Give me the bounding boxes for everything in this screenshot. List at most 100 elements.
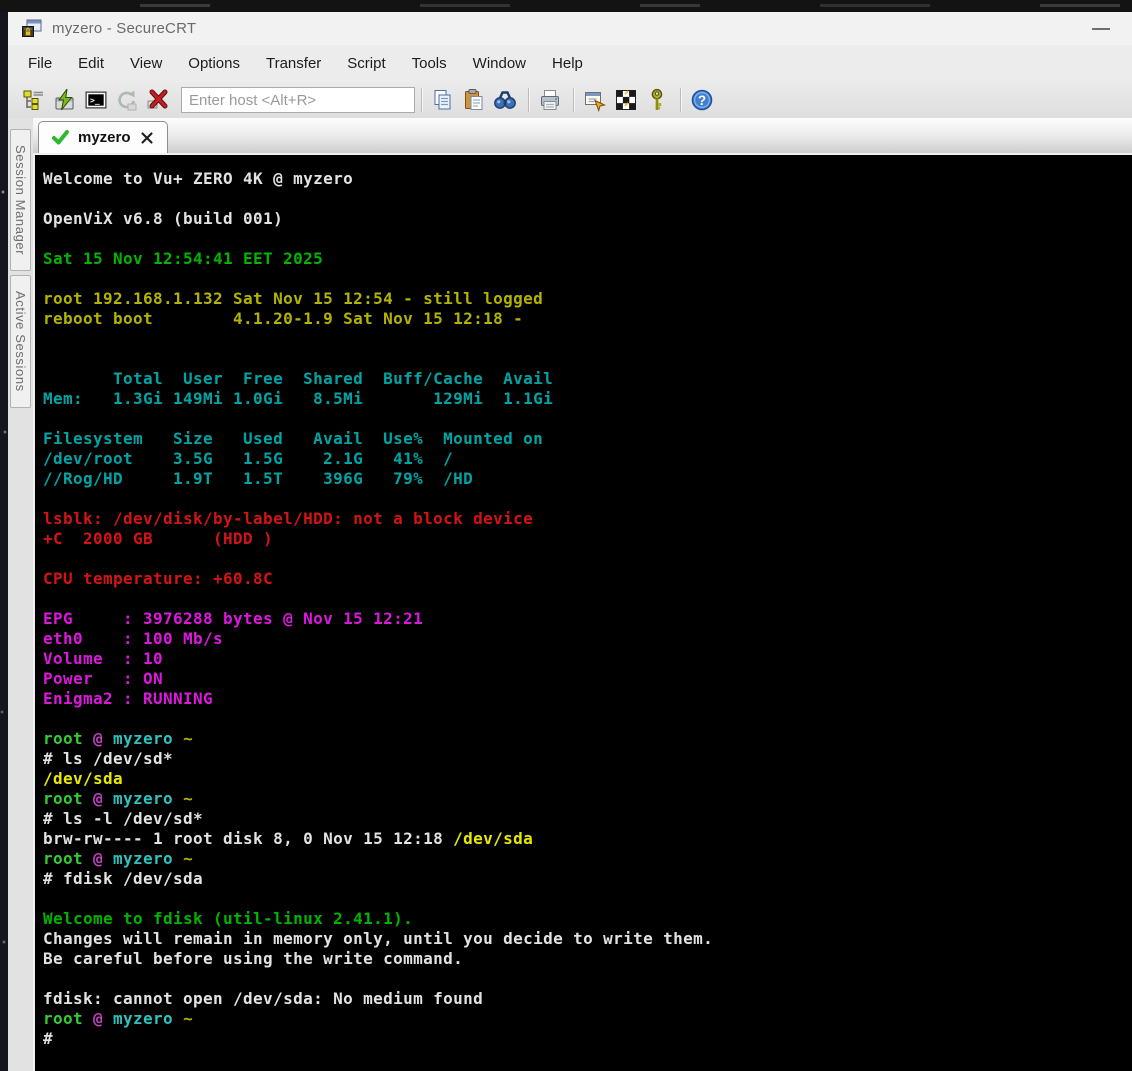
terminal-text-segment: @ xyxy=(93,849,114,868)
terminal-text-segment: Power : ON xyxy=(43,669,164,688)
sidebar-tab-active-sessions[interactable]: Active Sessions xyxy=(10,275,31,408)
terminal-text-segment: ~ xyxy=(183,849,194,868)
menu-script[interactable]: Script xyxy=(334,50,398,77)
tab-close-icon[interactable] xyxy=(140,131,154,145)
session-tabbar: myzero xyxy=(33,118,1132,155)
terminal-line: Volume : 10 xyxy=(43,649,1128,669)
quick-connect-icon[interactable] xyxy=(51,86,79,114)
terminal-text-segment: lsblk: /dev/disk/by-label/HDD: not a blo… xyxy=(43,509,534,528)
menu-tools[interactable]: Tools xyxy=(399,50,460,77)
content-area: Session Manager Active Sessions myzero W… xyxy=(8,118,1132,1071)
run-script-icon[interactable] xyxy=(612,86,640,114)
terminal-line: lsblk: /dev/disk/by-label/HDD: not a blo… xyxy=(43,509,1128,529)
terminal-text-segment: root xyxy=(43,1009,94,1028)
disconnect-icon[interactable] xyxy=(144,86,172,114)
terminal-text-segment: myzero xyxy=(113,789,184,808)
terminal-text-segment: //Rog/HD 1.9T 1.5T 396G 79% /HD xyxy=(43,469,474,488)
terminal-line: # ls /dev/sd* xyxy=(43,749,1128,769)
menu-window[interactable]: Window xyxy=(460,50,539,77)
terminal-line: brw-rw---- 1 root disk 8, 0 Nov 15 12:18… xyxy=(43,829,1128,849)
svg-text:>_: >_ xyxy=(90,96,100,105)
host-input[interactable] xyxy=(181,87,415,113)
menu-transfer[interactable]: Transfer xyxy=(253,50,334,77)
terminal-text-segment: eth0 : 100 Mb/s xyxy=(43,629,224,648)
terminal-line: Enigma2 : RUNNING xyxy=(43,689,1128,709)
terminal-text-segment: ~ xyxy=(183,729,194,748)
terminal-text-segment: Volume : 10 xyxy=(43,649,164,668)
session-options-icon[interactable] xyxy=(581,86,609,114)
terminal-text-segment: /dev/sda xyxy=(43,769,124,788)
connected-check-icon xyxy=(52,130,69,145)
help-icon[interactable]: ? xyxy=(688,86,716,114)
menu-help[interactable]: Help xyxy=(539,50,596,77)
background-window-strip xyxy=(0,0,1132,12)
session-tab-label: myzero xyxy=(78,129,131,146)
terminal-text-segment: @ xyxy=(93,729,114,748)
menu-options[interactable]: Options xyxy=(175,50,253,77)
terminal-line: CPU temperature: +60.8C xyxy=(43,569,1128,589)
key-agent-icon[interactable] xyxy=(643,86,671,114)
terminal-line: fdisk: cannot open /dev/sda: No medium f… xyxy=(43,989,1128,1009)
find-icon[interactable] xyxy=(491,86,519,114)
session-tab-myzero[interactable]: myzero xyxy=(38,121,168,153)
terminal-text-segment: Changes will remain in memory only, unti… xyxy=(43,929,714,948)
print-icon[interactable] xyxy=(536,86,564,114)
terminal-text-segment: myzero xyxy=(113,729,184,748)
terminal-text-segment: reboot boot 4.1.20-1.9 Sat Nov 15 12:18 … xyxy=(43,309,524,328)
menubar: File Edit View Options Transfer Script T… xyxy=(8,45,1132,82)
terminal-text-segment: Be careful before using the write comman… xyxy=(43,949,464,968)
reconnect-icon[interactable] xyxy=(113,86,141,114)
terminal-text-segment: Filesystem Size Used Avail Use% Mounted … xyxy=(43,429,544,448)
toolbar: >_ Enter host <Alt+R> ? xyxy=(8,82,1132,118)
terminal-line: Mem: 1.3Gi 149Mi 1.0Gi 8.5Mi 129Mi 1.1Gi xyxy=(43,389,1128,409)
toolbar-separator xyxy=(680,88,682,112)
terminal-line: root 192.168.1.132 Sat Nov 15 12:54 - st… xyxy=(43,289,1128,309)
copy-icon[interactable] xyxy=(429,86,457,114)
console-window-icon[interactable]: >_ xyxy=(82,86,110,114)
terminal-text-segment: myzero xyxy=(113,849,184,868)
terminal-line: Filesystem Size Used Avail Use% Mounted … xyxy=(43,429,1128,449)
menu-edit[interactable]: Edit xyxy=(65,50,117,77)
minimize-button[interactable] xyxy=(1086,18,1116,40)
terminal-line: # xyxy=(43,1029,1128,1049)
terminal-line: root @ myzero ~ xyxy=(43,729,1128,749)
terminal-text-segment: Total User Free Shared Buff/Cache Avail xyxy=(43,369,554,388)
terminal-text-segment: root xyxy=(43,729,94,748)
terminal-line: //Rog/HD 1.9T 1.5T 396G 79% /HD xyxy=(43,469,1128,489)
menu-view[interactable]: View xyxy=(117,50,175,77)
terminal-text-segment: root 192.168.1.132 Sat Nov 15 12:54 - st… xyxy=(43,289,544,308)
terminal-line: Power : ON xyxy=(43,669,1128,689)
terminal-text-segment: fdisk: cannot open /dev/sda: No medium f… xyxy=(43,989,484,1008)
sidebar-tab-session-manager[interactable]: Session Manager xyxy=(10,129,31,272)
securecrt-app-icon xyxy=(21,19,43,39)
terminal-line: EPG : 3976288 bytes @ Nov 15 12:21 xyxy=(43,609,1128,629)
terminal-text-segment: Mem: 1.3Gi 149Mi 1.0Gi 8.5Mi 129Mi 1.1Gi xyxy=(43,389,554,408)
session-manager-icon[interactable] xyxy=(20,86,48,114)
terminal-text-segment: ~ xyxy=(183,789,194,808)
terminal-line: root @ myzero ~ xyxy=(43,849,1128,869)
toolbar-separator xyxy=(421,88,423,112)
terminal-line: Welcome to fdisk (util-linux 2.41.1). xyxy=(43,909,1128,929)
terminal-text-segment: +C 2000 GB (HDD ) xyxy=(43,529,274,548)
window-title: myzero - SecureCRT xyxy=(52,20,197,37)
terminal-text-segment: # fdisk /dev/sda xyxy=(43,869,204,888)
terminal-text-segment: ~ xyxy=(183,1009,194,1028)
terminal-line: # ls -l /dev/sd* xyxy=(43,809,1128,829)
titlebar[interactable]: myzero - SecureCRT xyxy=(8,12,1132,45)
paste-icon[interactable] xyxy=(460,86,488,114)
terminal-line: root @ myzero ~ xyxy=(43,1009,1128,1029)
securecrt-window: myzero - SecureCRT File Edit View Option… xyxy=(8,12,1132,1071)
terminal-screen[interactable]: Welcome to Vu+ ZERO 4K @ myzero OpenViX v… xyxy=(33,155,1132,1071)
menu-file[interactable]: File xyxy=(15,50,65,77)
terminal-line: Total User Free Shared Buff/Cache Avail xyxy=(43,369,1128,389)
terminal-text-segment: myzero xyxy=(113,1009,184,1028)
terminal-line: Changes will remain in memory only, unti… xyxy=(43,929,1128,949)
terminal-line: Welcome to Vu+ ZERO 4K @ myzero xyxy=(43,169,1128,189)
terminal-text-segment: # xyxy=(43,1029,54,1048)
